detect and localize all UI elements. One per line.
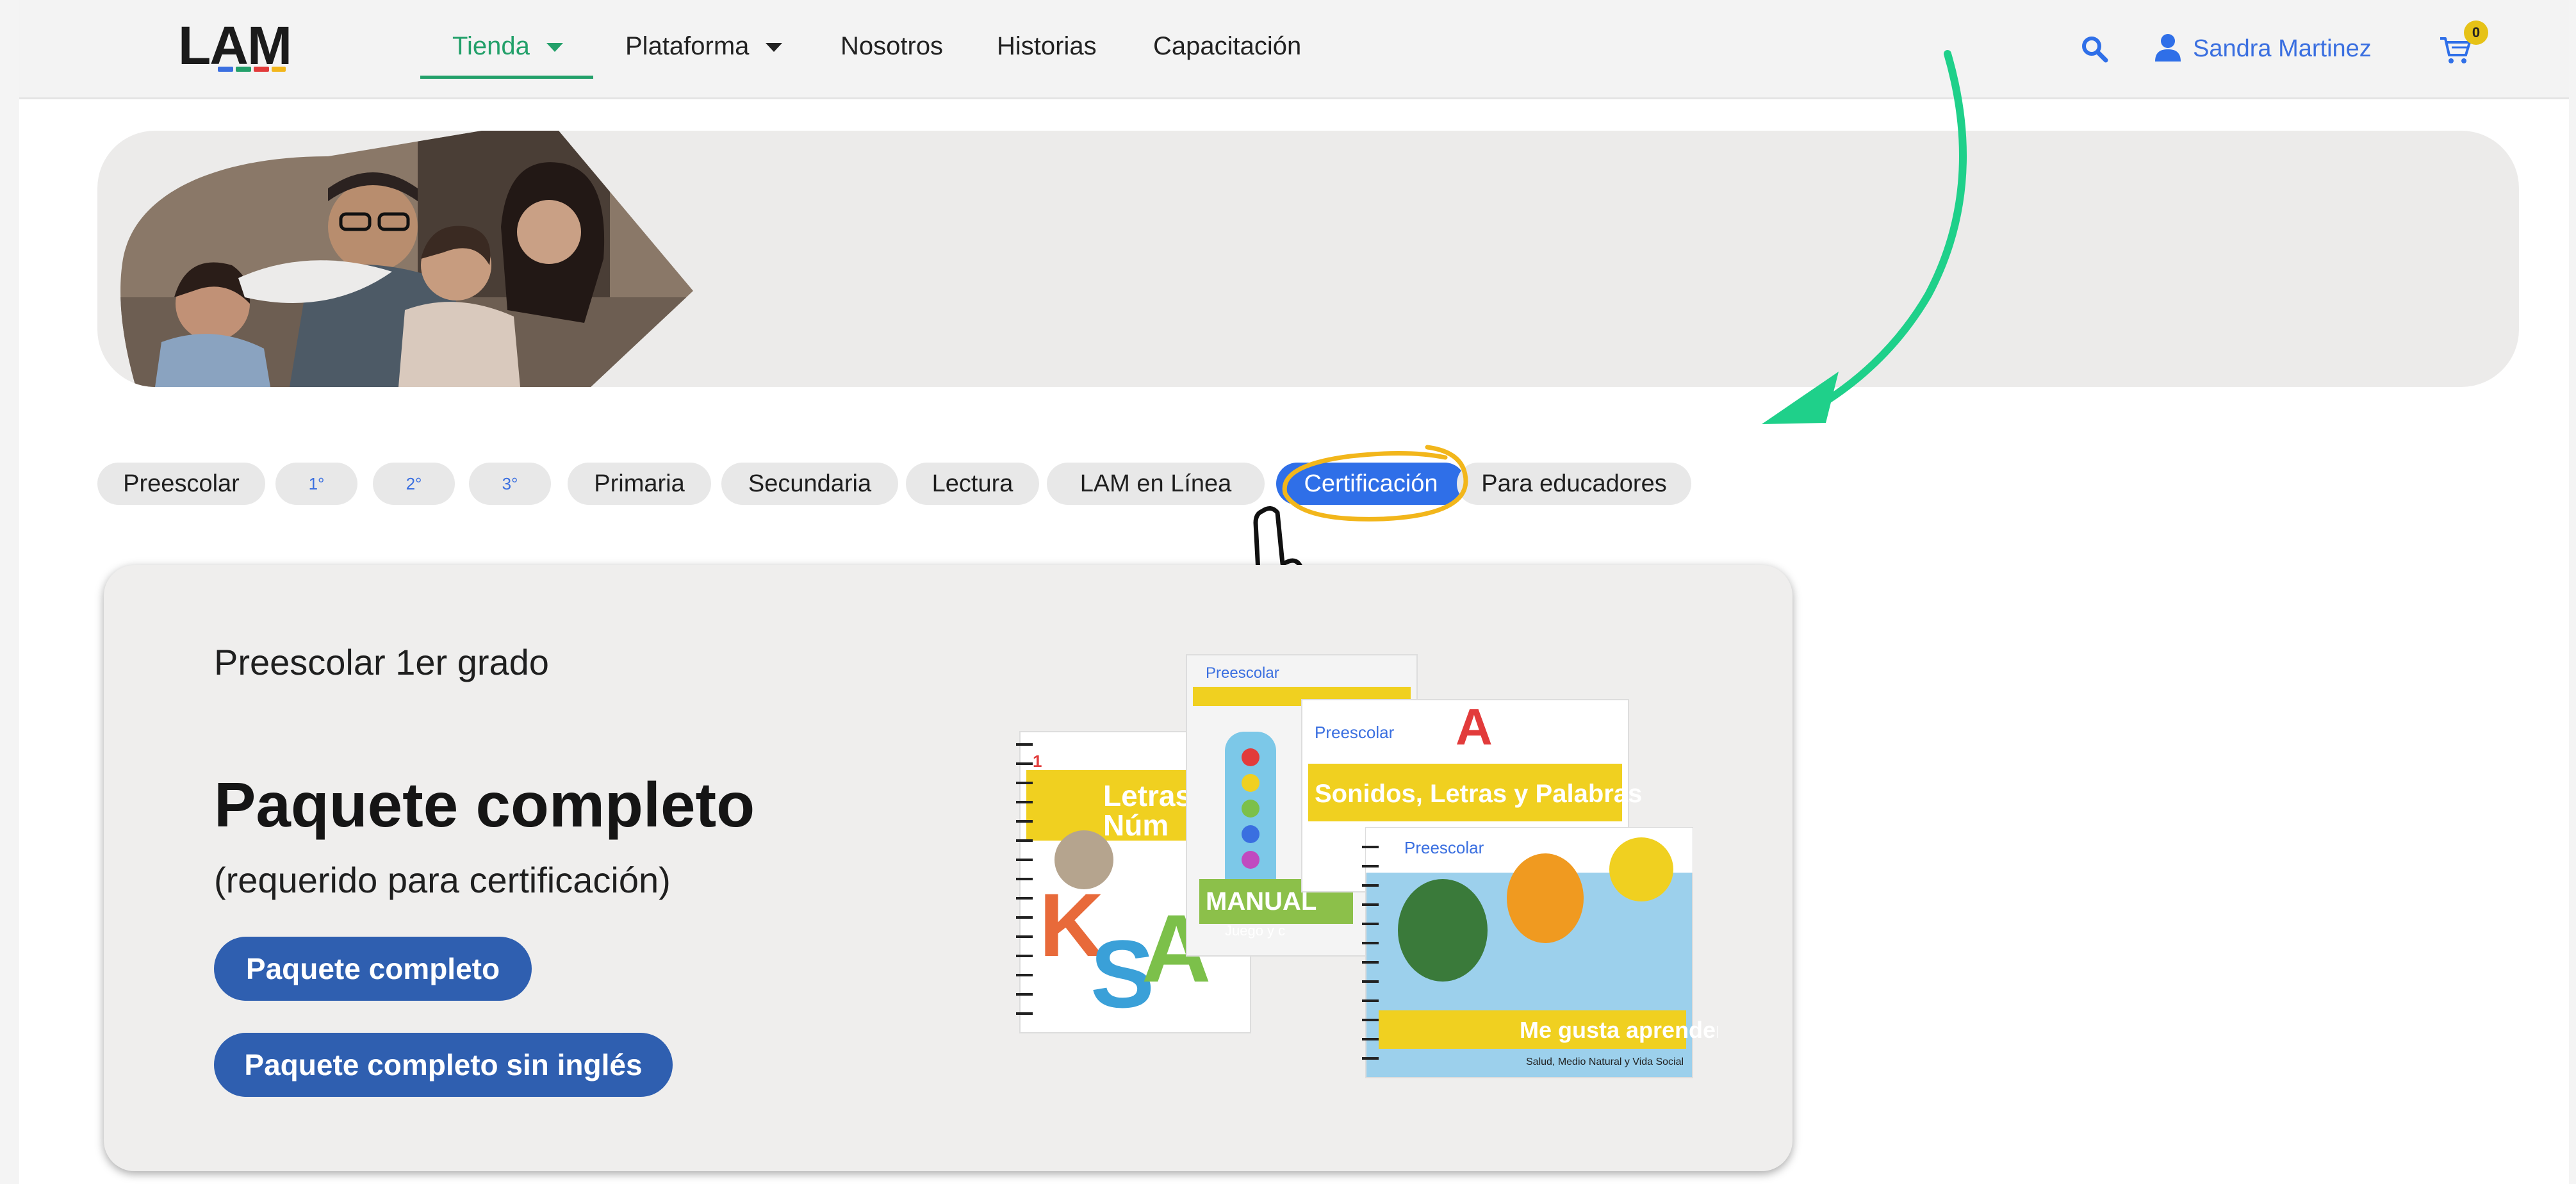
category-primaria[interactable]: Primaria [568,463,711,505]
nav-plataforma[interactable]: Plataforma [625,29,783,63]
book4-salud: Salud, Medio Natural y Vida Social [1526,1057,1684,1067]
book3-preescolar: Preescolar [1315,723,1395,742]
book4-me-gusta: Me gusta aprender [1520,1017,1718,1043]
book1-letras: Letras [1103,779,1192,812]
nav-historias-label: Historias [997,32,1097,60]
book1-numeros: Núm [1103,809,1169,842]
svg-text:A: A [1456,698,1493,755]
hero-banner [97,131,2519,387]
paquete-sin-ingles-button[interactable]: Paquete completo sin inglés [214,1033,673,1097]
user-name-link[interactable]: Sandra Martinez [2193,32,2372,65]
user-icon[interactable] [2153,32,2183,63]
product-note: (requerido para certificación) [214,860,671,900]
nav-tienda[interactable]: Tienda [452,29,563,63]
nav-nosotros-label: Nosotros [841,32,944,60]
product-card: Preescolar 1er grado Paquete completo (r… [104,565,1793,1171]
book1-grade: 1 [1033,752,1042,771]
book2-manual: MANUAL [1206,887,1317,916]
nav-active-underline [420,76,593,79]
search-icon[interactable] [2079,33,2110,64]
site-header: LAM Tienda Plataforma Nosotros Historias… [19,0,2569,99]
category-secundaria[interactable]: Secundaria [721,463,898,505]
category-grade-2[interactable]: 2° [373,463,455,505]
nav-capacitacion-label: Capacitación [1153,32,1302,60]
category-para-educadores[interactable]: Para educadores [1457,463,1691,505]
book-me-gusta-aprender: Preescolar Me gusta aprender Salud, Medi… [1362,827,1718,1078]
nav-capacitacion[interactable]: Capacitación [1153,29,1301,63]
category-lam-en-linea[interactable]: LAM en Línea [1047,463,1265,505]
category-lectura[interactable]: Lectura [906,463,1039,505]
cart-count-badge: 0 [2464,21,2488,45]
logo-color-bars [218,67,288,72]
nav-plataforma-label: Plataforma [625,32,750,60]
book4-preescolar: Preescolar [1404,838,1484,857]
book2-preescolar: Preescolar [1206,664,1279,682]
lam-logo[interactable]: LAM [178,17,306,81]
category-grade-1[interactable]: 1° [275,463,357,505]
category-grade-3[interactable]: 3° [469,463,551,505]
product-subtitle: Preescolar 1er grado [214,642,549,682]
annotation-arrow [1762,50,1967,424]
category-preescolar[interactable]: Preescolar [97,463,265,505]
book-bundle-image: 1 Letras Núm K S A Preescolar MANUAL Jue… [1016,654,1718,1078]
nav-nosotros[interactable]: Nosotros [841,29,943,63]
page: LAM Tienda Plataforma Nosotros Historias… [19,0,2569,1184]
product-title: Paquete completo [214,769,755,840]
book2-juego: Juego y c [1225,923,1285,939]
logo-text: LAM [178,15,292,76]
family-photo-image [120,131,693,387]
book3-sonidos: Sonidos, Letras y Palabras [1315,780,1642,808]
paquete-completo-button[interactable]: Paquete completo [214,937,532,1001]
chevron-down-icon [546,43,563,53]
nav-historias[interactable]: Historias [997,29,1097,63]
chevron-down-icon [766,43,783,53]
nav-tienda-label: Tienda [452,32,530,60]
